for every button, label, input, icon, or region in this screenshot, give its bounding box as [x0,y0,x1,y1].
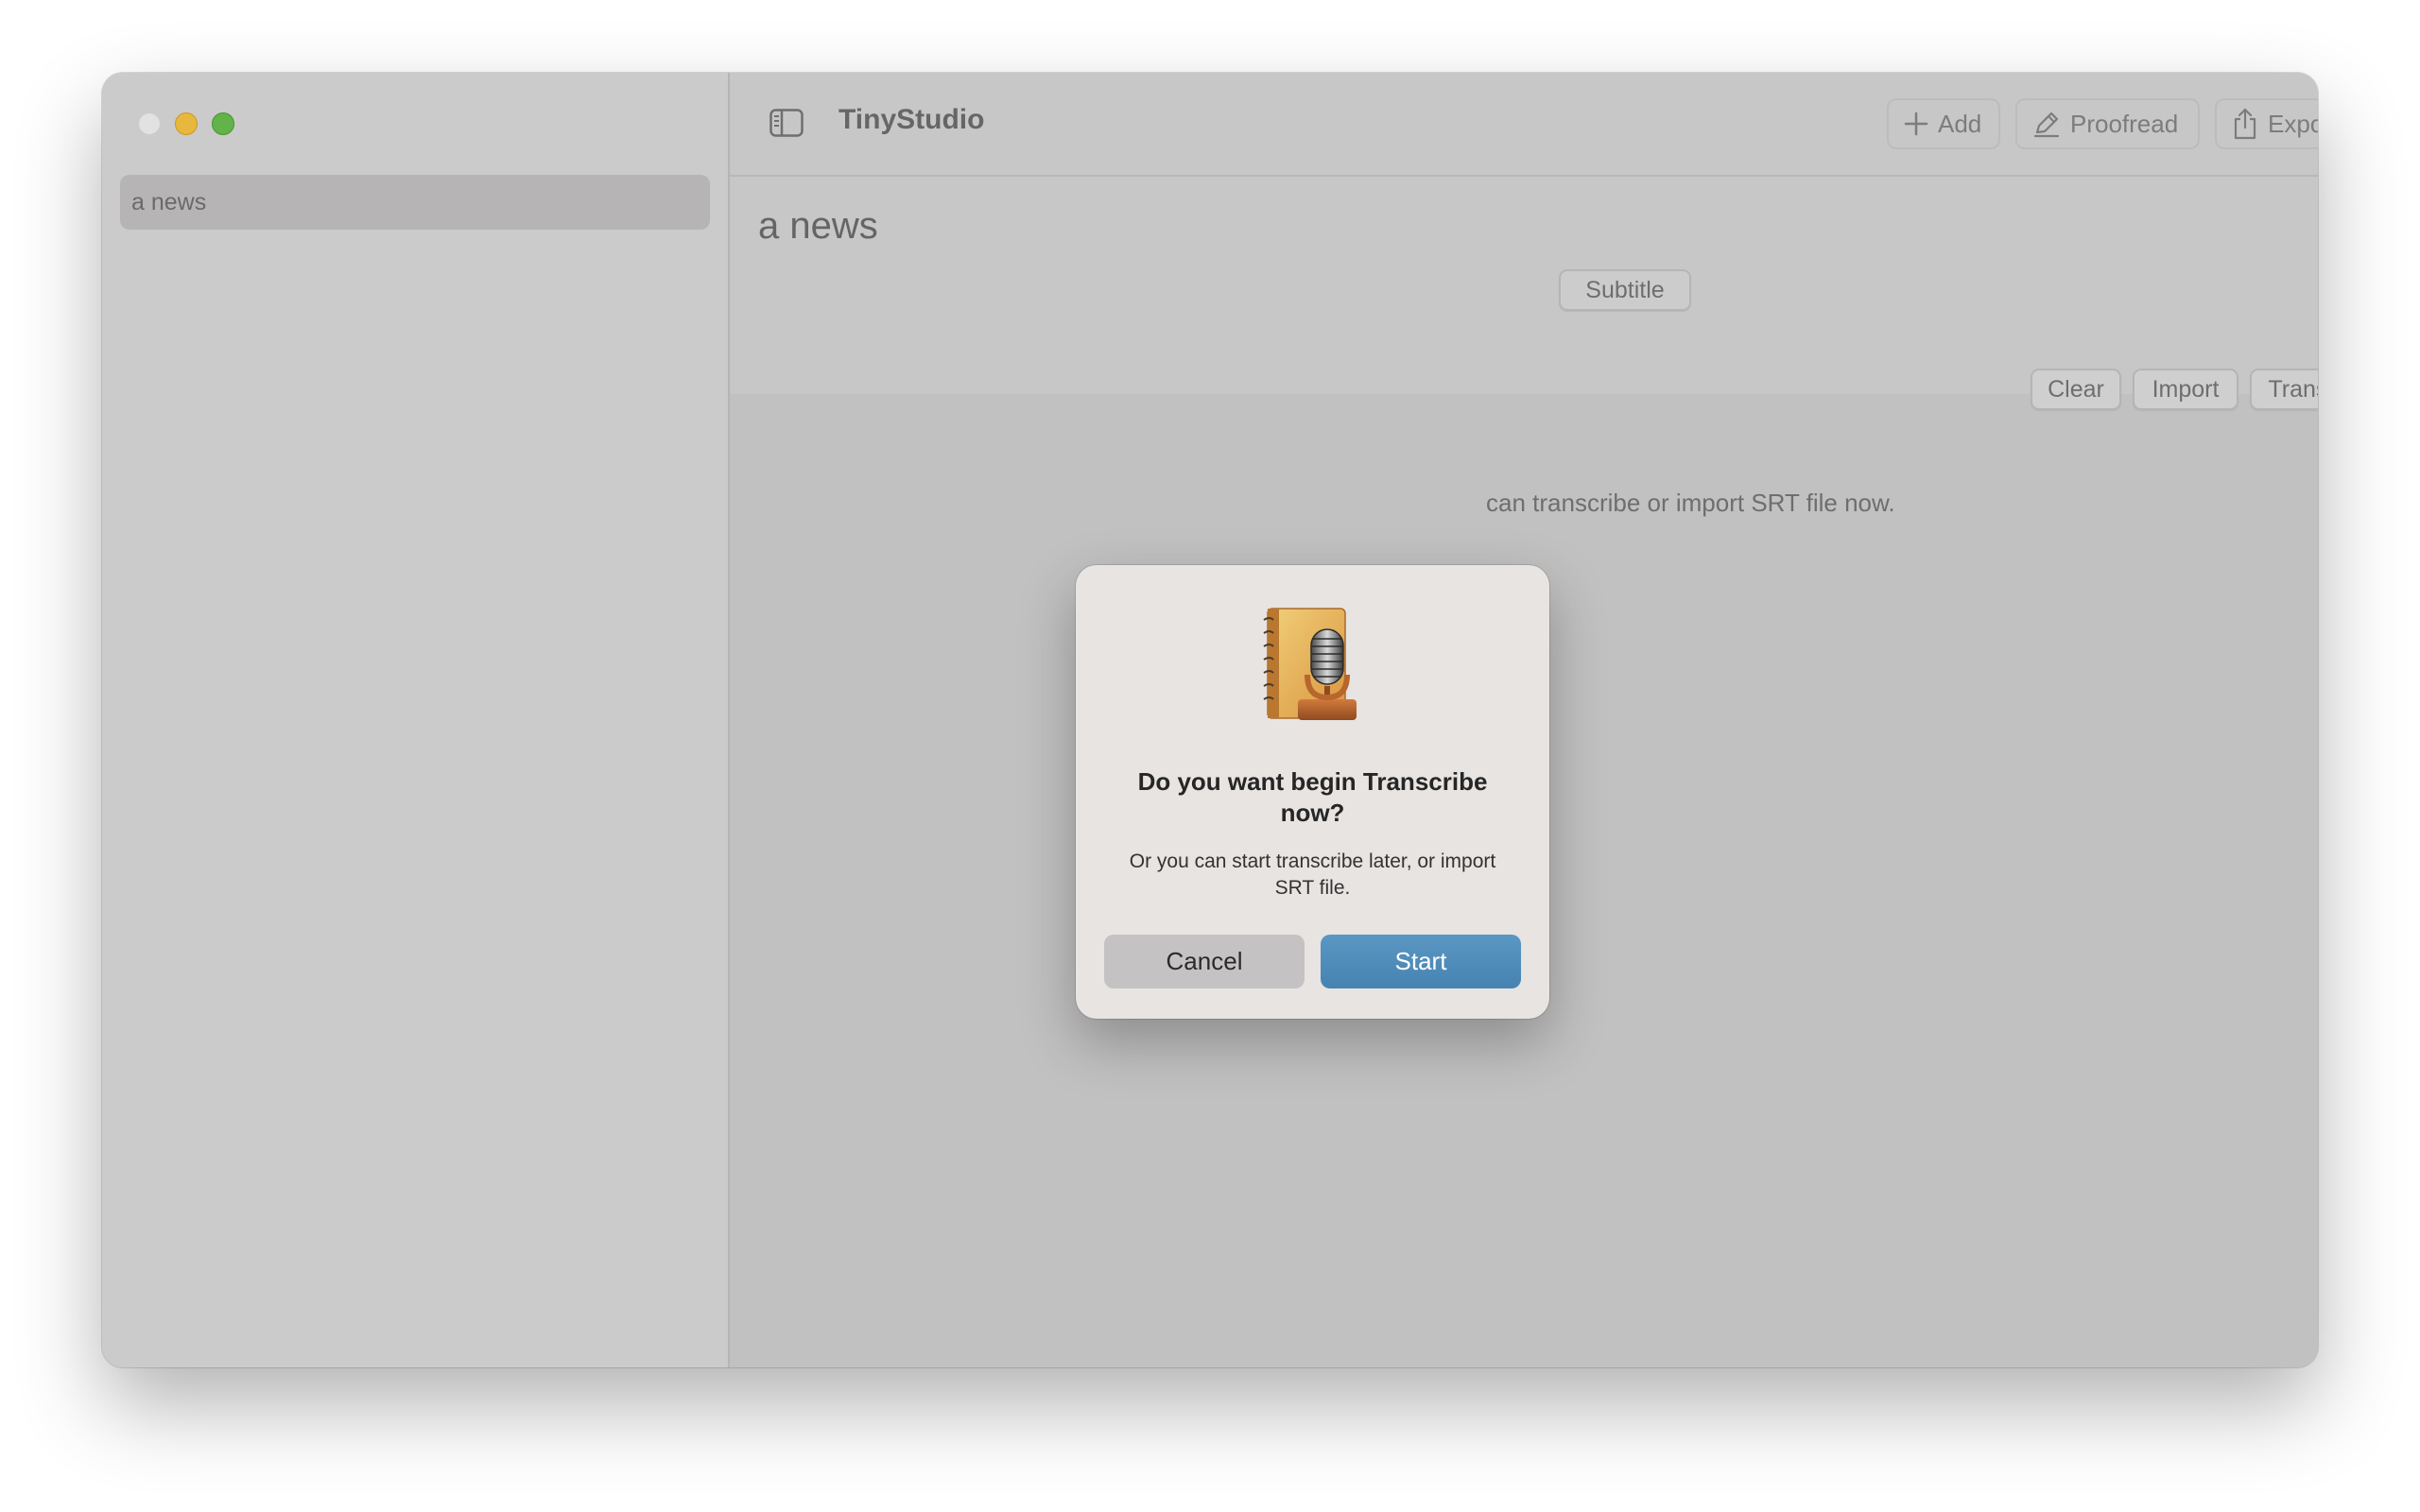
sidebar-item-a-news[interactable]: a news [120,175,710,230]
dialog-message: Or you can start transcribe later, or im… [1129,850,1496,899]
proofread-button[interactable]: Proofread [2015,98,2200,149]
transcribe-dialog: Do you want begin Transcribe now? Or you… [1076,565,1549,1019]
toolbar: TinyStudio Add Proofread Expo [730,73,2318,177]
app-window: a news TinyStudio Add Proofread Expo a n… [102,73,2318,1367]
add-button-label: Add [1938,109,1982,138]
empty-state-hint-text: can transcribe or import SRT file now. [1486,489,1895,517]
empty-state-hint: can transcribe or import SRT file now. [1486,489,2110,518]
import-button[interactable]: Import [2133,369,2238,410]
app-title: TinyStudio [838,104,985,135]
window-minimize-button[interactable] [175,112,198,135]
window-close-button[interactable] [138,112,161,135]
export-button[interactable]: Export [2215,98,2318,149]
microphone-notebook-icon [1260,605,1364,726]
dialog-title: Do you want begin Transcribe now? [1137,767,1488,827]
plus-icon [1904,112,1928,136]
export-button-label: Export [2268,109,2318,138]
pencil-icon [2033,112,2060,138]
transcribe-button[interactable]: Transcribe [2250,369,2318,410]
document-title: a news [758,205,878,247]
cancel-button[interactable]: Cancel [1104,935,1305,988]
clear-button[interactable]: Clear [2031,369,2121,410]
proofread-button-label: Proofread [2070,109,2179,138]
sidebar-toggle-icon[interactable] [769,109,804,137]
share-icon [2234,108,2256,140]
tab-subtitle[interactable]: Subtitle [1559,269,1691,311]
add-button[interactable]: Add [1887,98,2000,149]
sidebar-item-label: a news [131,189,207,215]
window-maximize-button[interactable] [212,112,234,135]
start-button[interactable]: Start [1321,935,1521,988]
document-header: a news [730,177,2318,394]
sidebar: a news [102,73,730,1367]
